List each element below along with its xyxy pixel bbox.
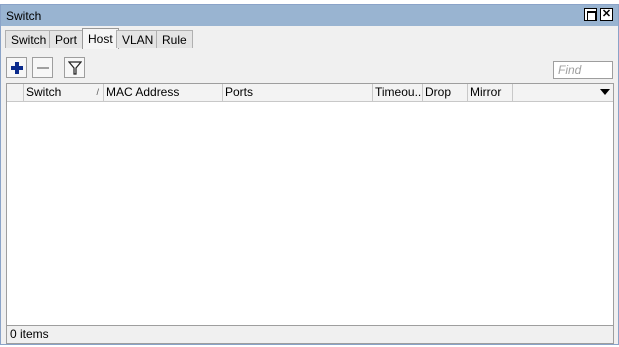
column-header-mac-address[interactable]: MAC Address: [104, 84, 223, 101]
close-icon: ✕: [601, 8, 612, 20]
column-header-drop[interactable]: Drop: [423, 84, 468, 101]
tab-vlan[interactable]: VLAN: [116, 30, 160, 48]
sort-icon: /: [96, 87, 99, 97]
tab-rule[interactable]: Rule: [156, 30, 193, 48]
filter-icon: [68, 61, 82, 75]
column-header-mirror[interactable]: Mirror: [468, 84, 513, 101]
table-header: Switch / MAC Address Ports Timeou... Dro…: [7, 84, 613, 102]
column-header-switch[interactable]: Switch /: [24, 84, 104, 101]
host-table: Switch / MAC Address Ports Timeou... Dro…: [6, 83, 614, 326]
chevron-down-icon: [600, 89, 610, 95]
tab-switch[interactable]: Switch: [5, 30, 53, 48]
column-label: Switch: [26, 85, 62, 99]
filter-button[interactable]: [64, 57, 85, 78]
find-input[interactable]: Find: [553, 61, 613, 79]
close-button[interactable]: ✕: [600, 8, 613, 21]
toolbar: Find: [1, 52, 618, 79]
maximize-button[interactable]: [584, 8, 597, 21]
title-bar[interactable]: Switch ✕: [1, 5, 618, 26]
switch-window: Switch ✕ Switch Port Host VLAN Rule Find: [0, 4, 619, 345]
window-title: Switch: [6, 9, 42, 23]
status-bar: 0 items: [6, 325, 614, 344]
column-chooser[interactable]: [513, 84, 613, 101]
plus-icon: [11, 62, 23, 74]
remove-button[interactable]: [32, 57, 53, 78]
minus-icon: [37, 67, 49, 69]
tab-port[interactable]: Port: [49, 30, 84, 48]
tab-host[interactable]: Host: [82, 28, 119, 49]
column-header-ports[interactable]: Ports: [223, 84, 373, 101]
add-button[interactable]: [6, 57, 27, 78]
column-header-timeout[interactable]: Timeou...: [373, 84, 423, 101]
column-header-flags[interactable]: [7, 84, 24, 101]
